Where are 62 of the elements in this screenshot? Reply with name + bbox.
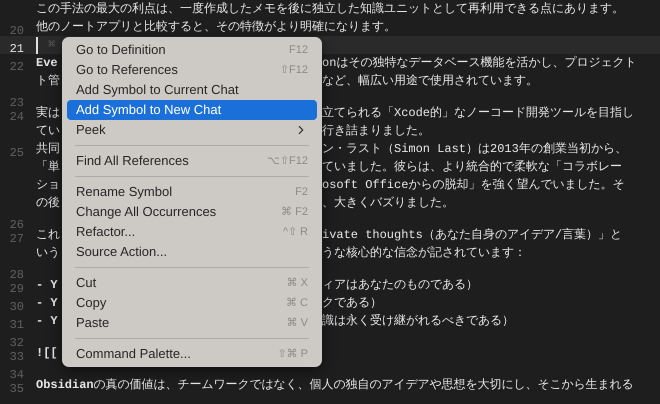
- menu-item[interactable]: Command Palette... ⇧⌘ P: [67, 344, 317, 364]
- editor-text: これ: [36, 228, 60, 242]
- menu-item[interactable]: Paste ⌘ V: [67, 313, 317, 333]
- editor-text: 、大きくバズりました。: [322, 194, 454, 212]
- editor-text: ショ: [36, 178, 60, 192]
- menu-item[interactable]: Change All Occurrences ⌘ F2: [67, 202, 317, 222]
- line-number: 35: [10, 382, 24, 396]
- editor-text: ![[: [36, 346, 58, 360]
- editor-text: Obsidianの真の価値は、チームワークではなく、個人の独自のアイデアや思想を大切にし、そこから生まれる: [36, 378, 634, 392]
- line-number: 26: [10, 218, 24, 232]
- editor-text: Eve: [36, 56, 58, 70]
- menu-item[interactable]: Rename Symbol F2: [67, 182, 317, 202]
- menu-item[interactable]: Add Symbol to New Chat: [67, 100, 317, 120]
- line-number: 32: [10, 336, 24, 350]
- line-number: 31: [10, 318, 24, 332]
- editor-text: など、幅広い用途で使用されています。: [322, 72, 538, 90]
- editor-text: ⌘: [48, 38, 56, 52]
- editor-text: ivate thoughts（あなた自身のアイデア/言葉）」と: [322, 226, 622, 244]
- editor-text: - Y: [36, 296, 58, 310]
- editor-text: クである）: [322, 294, 382, 312]
- menu-item[interactable]: Refactor... ^⇧ R: [67, 222, 317, 242]
- editor-text: 「単: [36, 160, 60, 174]
- menu-item[interactable]: Peek: [67, 120, 317, 140]
- menu-item[interactable]: Find All References ⌥⇧F12: [67, 151, 317, 171]
- editor-text: 共同: [36, 142, 60, 156]
- editor-text: 他のノートアプリと比較すると、その特徴がより明確になります。: [36, 20, 396, 34]
- line-number: 33: [10, 350, 24, 364]
- editor-text: 識は永く受け継がれるべきである）: [322, 312, 514, 330]
- editor-text: の後: [36, 196, 60, 210]
- line-number: 24: [10, 110, 24, 124]
- menu-item[interactable]: Go to References ⇧F12: [67, 60, 317, 80]
- line-number: 20: [10, 24, 24, 38]
- editor-text: この手法の最大の利点は、一度作成したメモを後に独立した知識ユニットとして再利用できる点にあります。: [36, 2, 624, 16]
- line-number: 23: [10, 96, 24, 110]
- menu-item[interactable]: Copy ⌘ C: [67, 293, 317, 313]
- line-number: 22: [10, 60, 24, 74]
- editor-text: 立てられる「Xcode的」なノーコード開発ツールを目指し: [322, 104, 634, 122]
- editor-text: 実は: [36, 106, 60, 120]
- editor-text: てい: [36, 124, 60, 138]
- editor-text: ト管: [36, 74, 60, 88]
- editor-text: osoft Officeからの脱却」を強く望んでいました。そ: [322, 176, 624, 194]
- editor-text: 行き詰まりました。: [322, 122, 430, 140]
- line-number: 25: [10, 146, 24, 160]
- menu-item[interactable]: Source Action...: [67, 242, 317, 262]
- menu-item[interactable]: Add Symbol to Current Chat: [67, 80, 317, 100]
- editor-text: いう: [36, 246, 60, 260]
- line-number: 29: [10, 282, 24, 296]
- editor-text: - Y: [36, 278, 58, 292]
- editor-text: ていました。彼らは、より統合的で柔軟な「コラボレー: [322, 158, 622, 176]
- menu-item[interactable]: Go to Definition F12: [67, 40, 317, 60]
- line-number: 27: [10, 232, 24, 246]
- editor-text: onはその独特なデータベース機能を活かし、プロジェクト: [322, 54, 636, 72]
- menu-item[interactable]: Cut ⌘ X: [67, 273, 317, 293]
- line-number: 28: [10, 268, 24, 282]
- editor-text: - Y: [36, 314, 58, 328]
- line-number: 21: [10, 42, 24, 56]
- editor-text: ン・ラスト（Simon Last）は2013年の創業当初から、: [322, 140, 627, 158]
- line-number: 34: [10, 368, 24, 382]
- text-cursor: [36, 36, 38, 54]
- editor-text: うな核心的な信念が記されています：: [322, 244, 526, 262]
- line-number: 30: [10, 300, 24, 314]
- editor-text: ィアはあなたのものである）: [322, 276, 478, 294]
